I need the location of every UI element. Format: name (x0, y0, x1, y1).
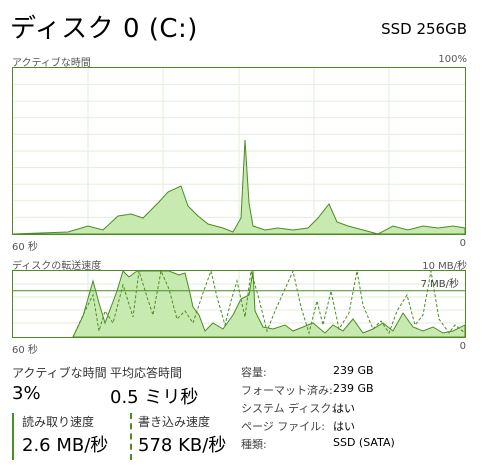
type-label: 種類: (241, 438, 267, 451)
transfer-x-right-label: 0 (459, 341, 466, 352)
page-file-value: はい (333, 420, 355, 433)
active-time-x-left-label: 60 秒 (12, 242, 38, 253)
system-disk-value: はい (333, 402, 355, 415)
transfer-rate-graph (13, 269, 466, 338)
transfer-ref-label: 7 MB/秒 (420, 279, 459, 290)
type-value: SSD (SATA) (333, 436, 395, 449)
disk-model: SSD 256GB (381, 20, 467, 38)
active-time-max-label: 100% (438, 54, 467, 65)
read-speed-indicator (12, 413, 14, 460)
page-title: ディスク 0 (C:) (10, 14, 198, 44)
capacity-value: 239 GB (333, 364, 374, 377)
transfer-rate-chart: 7 MB/秒 (12, 269, 466, 338)
active-time-stat-value: 3% (12, 383, 41, 404)
active-time-graph (12, 68, 466, 235)
active-time-stat-label: アクティブな時間 (12, 366, 107, 380)
active-time-x-right-label: 0 (459, 238, 466, 249)
page-file-label: ページ ファイル: (241, 420, 325, 433)
transfer-x-left-label: 60 秒 (12, 345, 38, 356)
write-speed-label: 書き込み速度 (138, 415, 211, 429)
formatted-label: フォーマット済み: (241, 384, 333, 397)
write-speed-value: 578 KB/秒 (138, 435, 227, 456)
read-speed-label: 読み取り速度 (22, 415, 95, 429)
response-time-stat-label: 平均応答時間 (110, 366, 183, 380)
system-disk-label: システム ディスク: (241, 402, 336, 415)
read-speed-value: 2.6 MB/秒 (22, 435, 109, 456)
formatted-value: 239 GB (333, 382, 374, 395)
active-time-chart (12, 67, 466, 235)
write-speed-indicator (130, 413, 132, 460)
capacity-label: 容量: (241, 366, 267, 379)
response-time-stat-value: 0.5 ミリ秒 (110, 387, 199, 408)
